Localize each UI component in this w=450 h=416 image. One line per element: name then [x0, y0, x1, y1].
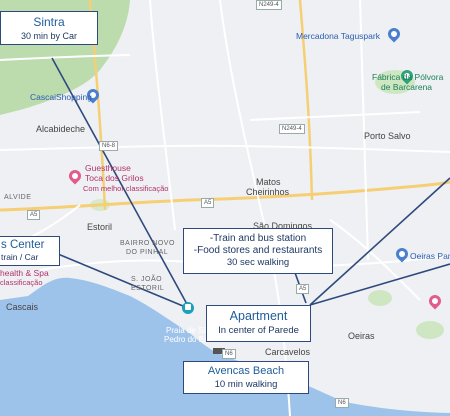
callout-apartment-detail: In center of Parede [218, 325, 299, 336]
road-shield: A5 [27, 210, 41, 220]
place-sao-joao: S. JOÃO [131, 276, 163, 283]
road-shield: N6 [335, 398, 349, 408]
callout-center[interactable]: s Center train / Car [0, 236, 60, 266]
place-health-spa[interactable]: health & Spa [0, 268, 49, 278]
place-fabrica[interactable]: Fábrica da Pólvora [372, 72, 443, 82]
road-shield: A5 [201, 198, 215, 208]
callout-sintra[interactable]: Sintra 30 min by Car [0, 11, 98, 45]
road-shield: N249-4 [256, 0, 282, 10]
place-mercadona[interactable]: Mercadona Taguspark [296, 31, 380, 41]
map[interactable]: Mercadona Taguspark CascaiShopping Alcab… [0, 0, 450, 416]
callout-sintra-title: Sintra [33, 15, 65, 29]
place-classificacao: classificação [0, 278, 43, 287]
callout-center-title: s Center [1, 239, 45, 251]
park-patch [416, 321, 444, 339]
place-guesthouse-rating: Com melhor classificação [83, 184, 169, 193]
place-oeiras-parque[interactable]: Oeiras Parque [410, 251, 450, 261]
road-shield: A5 [296, 284, 310, 294]
place-bairro-novo: BAIRRO NOVO [120, 240, 175, 247]
road-shield: N6-8 [99, 141, 119, 151]
callout-transport-line2: -Food stores and restaurants [193, 245, 323, 256]
callout-transport-line1: -Train and bus station [209, 233, 307, 244]
place-cascais: Cascais [6, 302, 39, 312]
place-oeiras: Oeiras [348, 331, 375, 341]
place-estoril: Estoril [87, 222, 113, 232]
place-guesthouse-name[interactable]: Toca dos Grilos [85, 173, 144, 183]
road-shield: N249-4 [279, 124, 305, 134]
callout-apartment-title: Apartment [229, 309, 288, 323]
place-do-pinhal: DO PINHAL [126, 249, 169, 256]
place-guesthouse[interactable]: Guesthouse [85, 163, 131, 173]
place-cheirinhos: Cheirinhos [246, 187, 290, 197]
place-matos: Matos [256, 177, 281, 187]
place-fabrica-2[interactable]: de Barcarena [381, 82, 432, 92]
callout-transport[interactable]: -Train and bus station -Food stores and … [183, 228, 333, 274]
callout-sintra-detail: 30 min by Car [20, 31, 78, 41]
callout-apartment[interactable]: Apartment In center of Parede [206, 305, 311, 342]
callout-beach-title: Avencas Beach [207, 365, 285, 377]
park-patch [368, 290, 392, 306]
callout-transport-detail: 30 sec walking [226, 257, 290, 268]
place-alcabideche: Alcabideche [36, 124, 86, 134]
place-estoril-2: ESTORIL [131, 285, 165, 292]
place-cascaishopping[interactable]: CascaiShopping [30, 92, 92, 102]
place-carcavelos: Carcavelos [265, 347, 311, 357]
callout-beach[interactable]: Avencas Beach 10 min walking [183, 361, 309, 394]
callout-beach-detail: 10 min walking [214, 379, 278, 390]
place-porto-salvo: Porto Salvo [364, 131, 411, 141]
road-shield: N6 [222, 349, 236, 359]
callout-center-detail: train / Car [1, 252, 39, 262]
place-alvide: ALVIDE [4, 194, 32, 201]
